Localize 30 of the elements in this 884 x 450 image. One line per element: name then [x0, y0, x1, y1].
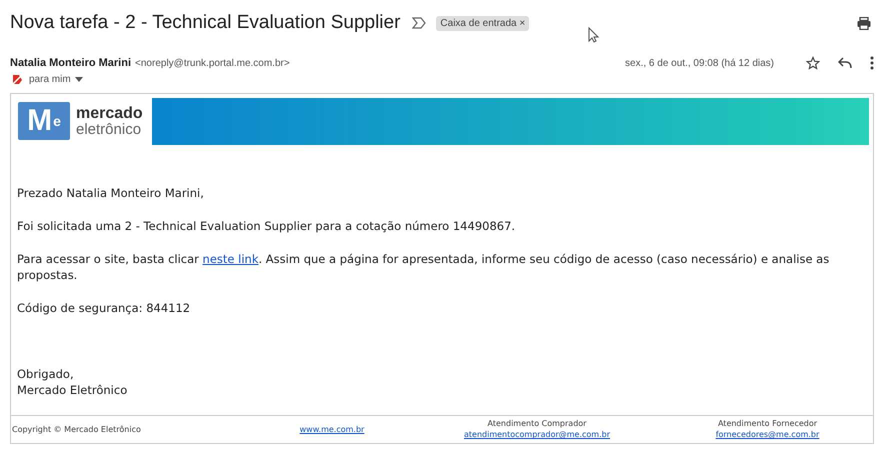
closing-text: Obrigado, [17, 366, 75, 382]
print-icon[interactable] [857, 16, 871, 30]
mouse-cursor-icon [588, 27, 599, 43]
buyer-support-title: Atendimento Comprador [488, 419, 586, 428]
marker-icon [12, 74, 23, 84]
email-subject: Nova tarefa - 2 - Technical Evaluation Supplier [10, 12, 400, 34]
label-chip[interactable]: Caixa de entrada × [436, 16, 530, 30]
access-text: Para acessar o site, basta clicar neste link. Assim que a página for apresentada, informe seu código de acesso (caso necessário) e analise as propostas. [17, 250, 830, 283]
sender-email: <noreply@trunk.portal.me.com.br> [135, 58, 290, 68]
email-date: sex., 6 de out., 09:08 (há 12 dias) [625, 58, 774, 68]
website-link[interactable]: www.me.com.br [300, 424, 364, 434]
reply-icon[interactable] [838, 57, 852, 69]
logo-text: mercado [76, 106, 143, 122]
greeting-text: Prezado Natalia Monteiro Marini, [17, 184, 205, 201]
supplier-support-email-link[interactable]: fornecedores@me.com.br [716, 430, 820, 440]
supplier-support-title: Atendimento Fornecedor [718, 419, 818, 428]
recipient-toggle[interactable]: para mim [29, 74, 83, 84]
importance-marker-icon[interactable] [412, 17, 426, 29]
star-icon[interactable] [806, 56, 820, 70]
copyright-text: Copyright © Mercado Eletrônico [12, 424, 142, 434]
sender-name: Natalia Monteiro Marini [10, 57, 132, 69]
security-code-text: Código de segurança: 844112 [17, 300, 192, 316]
caret-icon [74, 76, 83, 82]
logo-mark: M$^{e}$ [18, 102, 70, 140]
logo-subtext: eletrônico [76, 122, 142, 137]
link[interactable]: neste link [202, 252, 258, 266]
more-options-icon[interactable] [870, 56, 874, 70]
signature-text: Mercado Eletrônico [17, 382, 128, 398]
request-text: Foi solicitada uma 2 - Technical Evaluation Supplier para a cotação número 14490867. [17, 218, 516, 234]
buyer-support-email-link[interactable]: atendimentocomprador@me.com.br [464, 430, 610, 440]
